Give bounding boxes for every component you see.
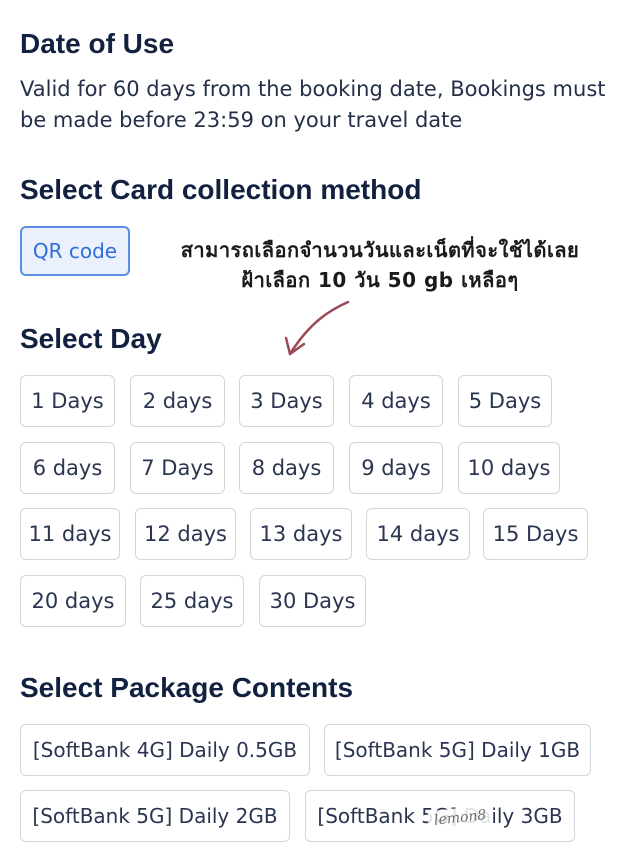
day-option[interactable]: 15 Days <box>483 508 588 560</box>
page: Date of Use Valid for 60 days from the b… <box>0 0 640 853</box>
note-line-2: ฝ้าเลือก 10 วัน 50 gb เหลือๆ <box>241 268 519 292</box>
day-option[interactable]: 14 days <box>366 508 470 560</box>
day-option[interactable]: 7 Days <box>130 442 225 494</box>
day-option[interactable]: 8 days <box>239 442 334 494</box>
date-of-use-description: Valid for 60 days from the booking date,… <box>20 77 606 132</box>
day-option[interactable]: 11 days <box>20 508 120 560</box>
select-day-title: Select Day <box>20 323 162 354</box>
handwritten-note: สามารถเลือกจำนวนวันและเน็ตที่จะใช้ได้เลย… <box>150 235 610 295</box>
day-option[interactable]: 10 days <box>458 442 560 494</box>
day-option[interactable]: 5 Days <box>458 375 552 427</box>
day-option[interactable]: 4 days <box>349 375 443 427</box>
package-contents-title: Select Package Contents <box>20 672 354 703</box>
package-option[interactable]: [SoftBank 4G] Daily 0.5GB <box>20 724 310 776</box>
day-option[interactable]: 25 days <box>140 575 244 627</box>
date-of-use-title: Date of Use <box>20 28 175 59</box>
day-option[interactable]: 6 days <box>20 442 115 494</box>
day-option[interactable]: 30 Days <box>259 575 366 627</box>
day-option[interactable]: 13 days <box>250 508 352 560</box>
hand-drawn-arrow-icon <box>284 300 350 356</box>
day-option[interactable]: 12 days <box>135 508 236 560</box>
note-line-1: สามารถเลือกจำนวนวันและเน็ตที่จะใช้ได้เลย <box>180 238 580 262</box>
day-option[interactable]: 9 days <box>349 442 443 494</box>
card-collection-title: Select Card collection method <box>20 174 422 205</box>
day-option[interactable]: 20 days <box>20 575 126 627</box>
day-option[interactable]: 3 Days <box>239 375 334 427</box>
qr-code-label: QR code <box>32 239 118 263</box>
qr-code-option[interactable]: QR code <box>20 226 130 276</box>
day-option[interactable]: 1 Days <box>20 375 115 427</box>
package-option[interactable]: [SoftBank 5G] Daily 2GB <box>20 790 290 842</box>
package-option[interactable]: [SoftBank 5G] Daily 1GB <box>324 724 591 776</box>
day-option[interactable]: 2 days <box>130 375 225 427</box>
